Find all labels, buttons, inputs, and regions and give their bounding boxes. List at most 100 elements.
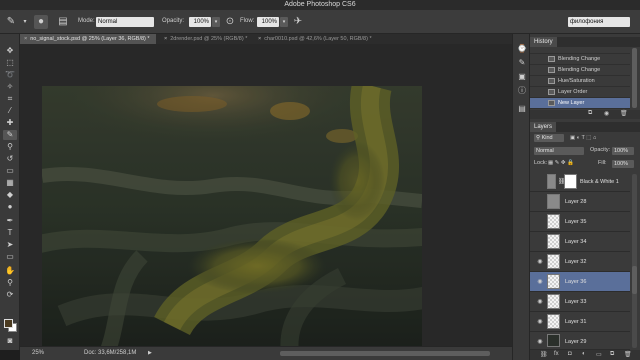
layer-row[interactable]: ◉ Layer 31	[530, 312, 630, 332]
history-item[interactable]: Blending Change	[530, 65, 630, 76]
brush-size-picker-icon[interactable]: ●	[34, 15, 48, 29]
collapsed-panels-strip: ⌚ ✎ ▣ ⓘ ▤	[512, 34, 530, 360]
fx-icon[interactable]: fx	[554, 351, 559, 357]
new-group-icon[interactable]: ▭	[596, 351, 602, 358]
hand-tool-icon[interactable]: ✋	[3, 266, 17, 276]
visibility-toggle-empty[interactable]	[536, 178, 544, 186]
gradient-tool-icon[interactable]: ▦	[3, 178, 17, 188]
new-layer-icon[interactable]: ⧉	[610, 351, 614, 358]
history-item[interactable]: Layer Order	[530, 87, 630, 98]
history-brush-tool-icon[interactable]: ↺	[3, 154, 17, 164]
shape-tool-icon[interactable]: ▭	[3, 252, 17, 262]
add-mask-icon[interactable]: ◘	[568, 351, 572, 357]
brush-presets-icon[interactable]: ✎	[516, 58, 528, 68]
brush-panel-toggle-icon[interactable]: ▤	[56, 15, 70, 29]
airbrush-icon[interactable]: ✈	[291, 15, 305, 29]
zoom-tool-icon[interactable]: ⚲	[3, 278, 17, 288]
delete-layer-icon[interactable]: 🗑	[624, 351, 632, 358]
clone-stamp-tool-icon[interactable]: ⚲	[3, 142, 17, 152]
layer-opacity-label: Opacity:	[590, 147, 611, 153]
layer-thumbnail	[547, 314, 560, 329]
layer-opacity-input[interactable]: 100%	[612, 147, 634, 155]
eye-icon[interactable]: ◉	[536, 298, 544, 306]
eyedropper-tool-icon[interactable]: ⁄	[3, 106, 17, 116]
layer-row[interactable]: ◉ Layer 29	[530, 332, 630, 350]
marquee-tool-icon[interactable]: ⬚	[3, 58, 17, 68]
layer-row[interactable]: ⛓ Black & White 1	[530, 172, 630, 192]
mode-select[interactable]: Normal	[96, 17, 154, 27]
layer-filter-icons[interactable]: ▣ ◐ T ⬚ ⌂	[570, 134, 596, 143]
close-tab-icon[interactable]: ×	[258, 36, 261, 42]
eye-icon[interactable]: ◉	[536, 318, 544, 326]
quick-mask-icon[interactable]: ◙	[3, 336, 17, 346]
fill-input[interactable]: 100%	[612, 160, 634, 168]
visibility-toggle-empty[interactable]	[536, 198, 544, 206]
flow-input[interactable]: 100%	[257, 17, 279, 27]
zoom-level[interactable]: 25%	[32, 350, 44, 356]
tool-preset-caret-icon[interactable]: ▾	[18, 15, 32, 29]
history-panel-icon[interactable]: ⌚	[516, 44, 528, 54]
link-layers-icon[interactable]: ⛓	[540, 351, 548, 358]
adjustments-panel-icon[interactable]: ▣	[516, 72, 528, 82]
doc-size: Doc: 33,6M/258,1M	[84, 350, 137, 356]
brush-tool-icon[interactable]: ✎	[3, 130, 17, 140]
history-item[interactable]: Hue/Saturation	[530, 76, 630, 87]
close-tab-icon[interactable]: ×	[24, 36, 27, 42]
flow-caret-icon[interactable]: ▾	[280, 17, 288, 27]
flow-label: Flow:	[240, 18, 255, 24]
lock-icons[interactable]: ▦ ✎ ✥ 🔒	[548, 159, 574, 168]
channels-panel-icon[interactable]: ▤	[516, 104, 528, 114]
layer-row[interactable]: Layer 28	[530, 192, 630, 212]
visibility-toggle-empty[interactable]	[536, 238, 544, 246]
move-tool-icon[interactable]: ✥	[3, 46, 17, 56]
layer-row-selected[interactable]: ◉ Layer 36	[530, 272, 630, 292]
layer-filter-kind[interactable]: ⚲ Kind	[534, 134, 564, 142]
workspace-select[interactable]: филофония	[568, 17, 630, 27]
close-tab-icon[interactable]: ×	[164, 36, 167, 42]
properties-panel-icon[interactable]: ⓘ	[516, 86, 528, 96]
tab-history[interactable]: History	[530, 37, 557, 47]
foreground-color-swatch[interactable]	[4, 319, 13, 328]
blur-tool-icon[interactable]: ◆	[3, 190, 17, 200]
layer-row[interactable]: Layer 34	[530, 232, 630, 252]
status-menu-arrow-icon[interactable]: ▶	[148, 350, 152, 356]
eraser-tool-icon[interactable]: ▭	[3, 166, 17, 176]
history-scrollbar[interactable]	[632, 48, 637, 108]
layer-row[interactable]: ◉ Layer 33	[530, 292, 630, 312]
layers-scrollbar-thumb[interactable]	[632, 266, 637, 294]
tab-2drender[interactable]: × 2drender.psd @ 25% (RGB/8) *	[160, 34, 252, 44]
document-canvas[interactable]	[42, 86, 422, 360]
healing-tool-icon[interactable]: ✚	[3, 118, 17, 128]
tab-label: char0010.psd @ 42,6% (Layer 50, RGB/8) *	[264, 36, 372, 42]
pressure-opacity-icon[interactable]: ⊙	[223, 15, 237, 29]
camera-snapshot-icon[interactable]: ◉	[604, 110, 609, 117]
eye-icon[interactable]: ◉	[536, 338, 544, 346]
delete-state-icon[interactable]: 🗑	[620, 110, 628, 117]
quick-select-tool-icon[interactable]: ✧	[3, 82, 17, 92]
history-item-selected[interactable]: New Layer	[530, 98, 630, 109]
eye-icon[interactable]: ◉	[536, 258, 544, 266]
layer-row[interactable]: ◉ Layer 32	[530, 252, 630, 272]
history-item[interactable]: Blending Change	[530, 54, 630, 65]
type-tool-icon[interactable]: T	[3, 228, 17, 238]
dodge-tool-icon[interactable]: ●	[3, 202, 17, 212]
visibility-toggle-empty[interactable]	[536, 218, 544, 226]
opacity-caret-icon[interactable]: ▾	[212, 17, 220, 27]
eye-icon[interactable]: ◉	[536, 278, 544, 286]
rotate-view-tool-icon[interactable]: ⟳	[3, 290, 17, 300]
tab-layers[interactable]: Layers	[530, 122, 557, 132]
adjustment-layer-icon[interactable]: ◐	[582, 351, 586, 357]
snapshot-from-state-icon[interactable]: ⧉	[588, 110, 592, 117]
path-select-tool-icon[interactable]: ➤	[3, 240, 17, 250]
lasso-tool-icon[interactable]: ➰	[3, 70, 17, 80]
pen-tool-icon[interactable]: ✒	[3, 216, 17, 226]
layer-row[interactable]: Layer 35	[530, 212, 630, 232]
crop-tool-icon[interactable]: ⌗	[3, 94, 17, 104]
layer-thumbnail	[547, 214, 560, 229]
opacity-input[interactable]: 100%	[189, 17, 211, 27]
blend-mode-select[interactable]: Normal	[534, 147, 584, 155]
tab-char0010[interactable]: × char0010.psd @ 42,6% (Layer 50, RGB/8) …	[254, 34, 394, 44]
brush-tool-icon[interactable]: ✎	[4, 15, 18, 29]
tab-no-signal-stock[interactable]: × no_signal_stock.psd @ 25% (Layer 36, RG…	[20, 34, 156, 44]
horizontal-scrollbar[interactable]	[280, 351, 490, 356]
